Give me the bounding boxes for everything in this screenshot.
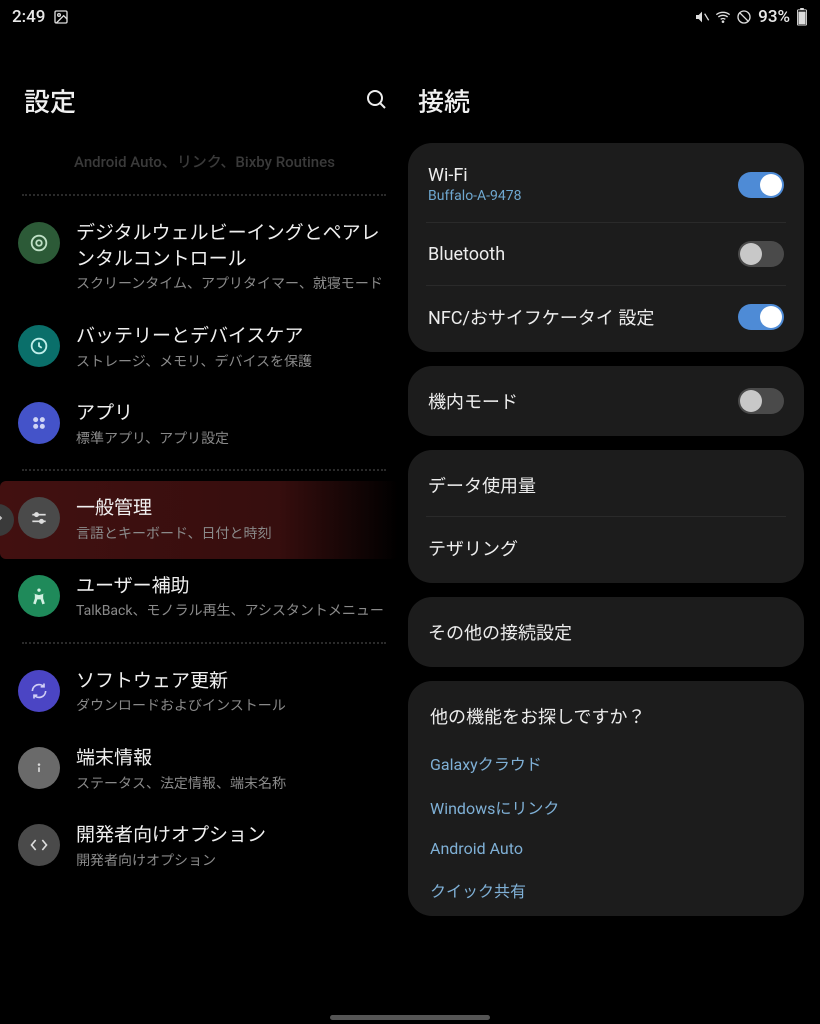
- connections-group-2: 機内モード: [408, 366, 804, 436]
- search-icon[interactable]: [364, 87, 388, 115]
- info-icon: [18, 747, 60, 789]
- row-wifi[interactable]: Wi-Fi Buffalo-A-9478: [426, 147, 786, 222]
- wifi-toggle[interactable]: [738, 172, 784, 198]
- divider: [22, 194, 386, 196]
- item-title: デジタルウェルビーイングとペアレンタルコントロール: [76, 220, 386, 271]
- row-data-usage[interactable]: データ使用量: [426, 454, 786, 516]
- row-title: 機内モード: [428, 388, 738, 414]
- row-title: Wi-Fi: [428, 165, 738, 186]
- edit-annotation-icon: [0, 504, 14, 536]
- settings-item-developer[interactable]: 開発者向けオプション 開発者向けオプション: [18, 808, 398, 885]
- settings-item-general[interactable]: 一般管理 言語とキーボード、日付と時刻: [0, 481, 398, 558]
- link-quick-share[interactable]: クイック共有: [426, 868, 786, 912]
- settings-item-about[interactable]: 端末情報 ステータス、法定情報、端末名称: [18, 731, 398, 808]
- row-airplane[interactable]: 機内モード: [426, 370, 786, 432]
- row-subtitle: Buffalo-A-9478: [428, 188, 738, 204]
- do-not-disturb-icon: [736, 9, 752, 25]
- airplane-toggle[interactable]: [738, 388, 784, 414]
- apps-icon: [18, 402, 60, 444]
- item-title: ユーザー補助: [76, 573, 386, 599]
- accessibility-icon: [18, 575, 60, 617]
- item-title: 一般管理: [76, 495, 386, 521]
- settings-item-accessibility[interactable]: ユーザー補助 TalkBack、モノラル再生、アシスタントメニュー: [18, 559, 398, 636]
- item-subtitle: 開発者向けオプション: [76, 852, 386, 872]
- row-tethering[interactable]: テザリング: [426, 516, 786, 579]
- looking-for-title: 他の機能をお探しですか？: [426, 685, 786, 741]
- item-subtitle: スクリーンタイム、アプリタイマー、就寝モード: [76, 275, 386, 295]
- wifi-icon: [714, 9, 732, 25]
- row-bluetooth[interactable]: Bluetooth: [426, 222, 786, 285]
- settings-item-apps[interactable]: アプリ 標準アプリ、アプリ設定: [18, 386, 398, 463]
- connections-group-4: その他の接続設定: [408, 597, 804, 667]
- item-title: 開発者向けオプション: [76, 822, 386, 848]
- item-subtitle: ダウンロードおよびインストール: [76, 697, 386, 717]
- connections-detail-pane: 接続 Wi-Fi Buffalo-A-9478 Bluetooth: [398, 34, 818, 1004]
- bluetooth-toggle[interactable]: [738, 241, 784, 267]
- settings-title: 設定: [24, 82, 76, 119]
- gesture-nav-handle[interactable]: [330, 1015, 490, 1020]
- update-icon: [18, 670, 60, 712]
- row-title: その他の接続設定: [428, 619, 784, 645]
- row-title: NFC/おサイフケータイ 設定: [428, 304, 738, 330]
- sliders-icon: [18, 497, 60, 539]
- link-windows-link[interactable]: Windowsにリンク: [426, 785, 786, 829]
- settings-item-battery[interactable]: バッテリーとデバイスケア ストレージ、メモリ、デバイスを保護: [18, 309, 398, 386]
- settings-item-software-update[interactable]: ソフトウェア更新 ダウンロードおよびインストール: [18, 654, 398, 731]
- item-title: バッテリーとデバイスケア: [76, 323, 386, 349]
- item-subtitle: 標準アプリ、アプリ設定: [76, 430, 386, 450]
- status-bar: 2:49 93%: [0, 0, 820, 34]
- row-more-connections[interactable]: その他の接続設定: [426, 601, 786, 663]
- item-subtitle: TalkBack、モノラル再生、アシスタントメニュー: [76, 602, 386, 622]
- divider: [22, 469, 386, 471]
- wellbeing-icon: [18, 222, 60, 264]
- connections-group-3: データ使用量 テザリング: [408, 450, 804, 583]
- item-subtitle: ストレージ、メモリ、デバイスを保護: [76, 353, 386, 373]
- connections-title: 接続: [418, 82, 800, 119]
- link-android-auto[interactable]: Android Auto: [426, 829, 786, 868]
- row-title: テザリング: [428, 535, 784, 561]
- item-subtitle: 言語とキーボード、日付と時刻: [76, 525, 386, 545]
- item-title: アプリ: [76, 400, 386, 426]
- battery-icon: [796, 8, 808, 26]
- truncated-previous-item: Android Auto、リンク、Bixby Routines: [18, 147, 398, 188]
- link-galaxy-cloud[interactable]: Galaxyクラウド: [426, 741, 786, 785]
- item-title: ソフトウェア更新: [76, 668, 386, 694]
- item-subtitle: ステータス、法定情報、端末名称: [76, 775, 386, 795]
- settings-item-wellbeing[interactable]: デジタルウェルビーイングとペアレンタルコントロール スクリーンタイム、アプリタイ…: [18, 206, 398, 309]
- nfc-toggle[interactable]: [738, 304, 784, 330]
- settings-master-pane: 設定 Android Auto、リンク、Bixby Routines デジタルウ…: [0, 34, 398, 1004]
- battery-care-icon: [18, 325, 60, 367]
- row-nfc[interactable]: NFC/おサイフケータイ 設定: [426, 285, 786, 348]
- row-title: データ使用量: [428, 472, 784, 498]
- item-title: 端末情報: [76, 745, 386, 771]
- battery-percent: 93%: [758, 7, 790, 27]
- connections-group-1: Wi-Fi Buffalo-A-9478 Bluetooth NFC/おサイフケ…: [408, 143, 804, 352]
- row-title: Bluetooth: [428, 244, 738, 265]
- mute-icon: [694, 9, 710, 25]
- looking-for-card: 他の機能をお探しですか？ Galaxyクラウド Windowsにリンク Andr…: [408, 681, 804, 916]
- clock: 2:49: [12, 7, 45, 27]
- image-icon: [53, 9, 69, 25]
- divider: [22, 642, 386, 644]
- code-icon: [18, 824, 60, 866]
